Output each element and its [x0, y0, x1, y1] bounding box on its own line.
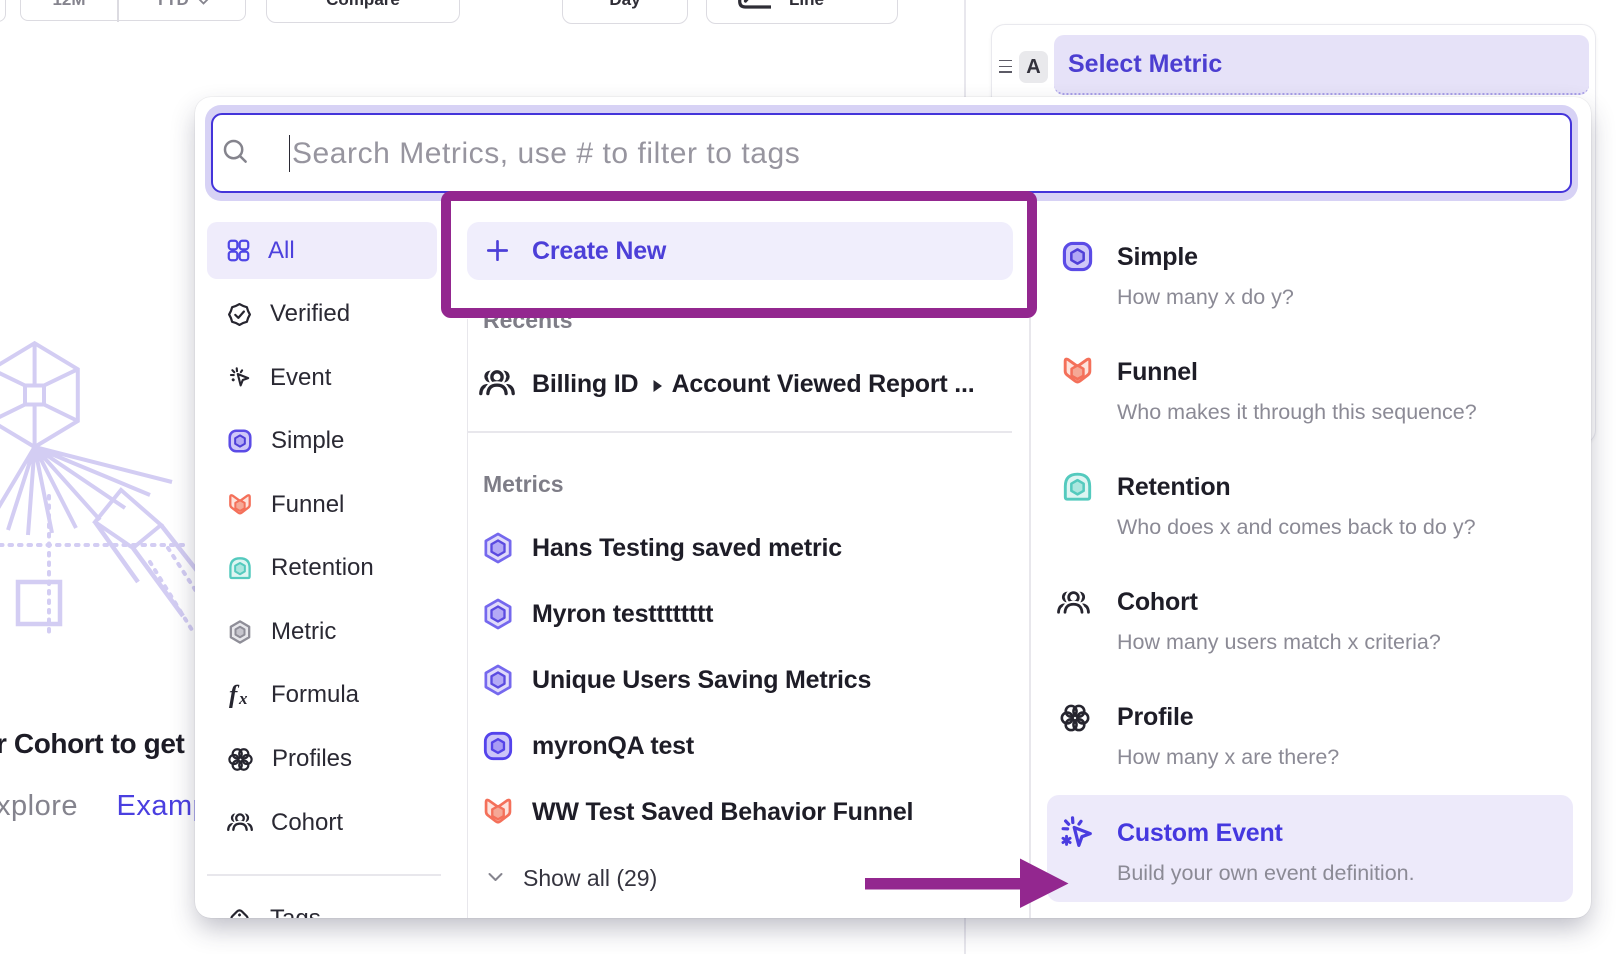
svg-text:x: x: [238, 689, 248, 708]
